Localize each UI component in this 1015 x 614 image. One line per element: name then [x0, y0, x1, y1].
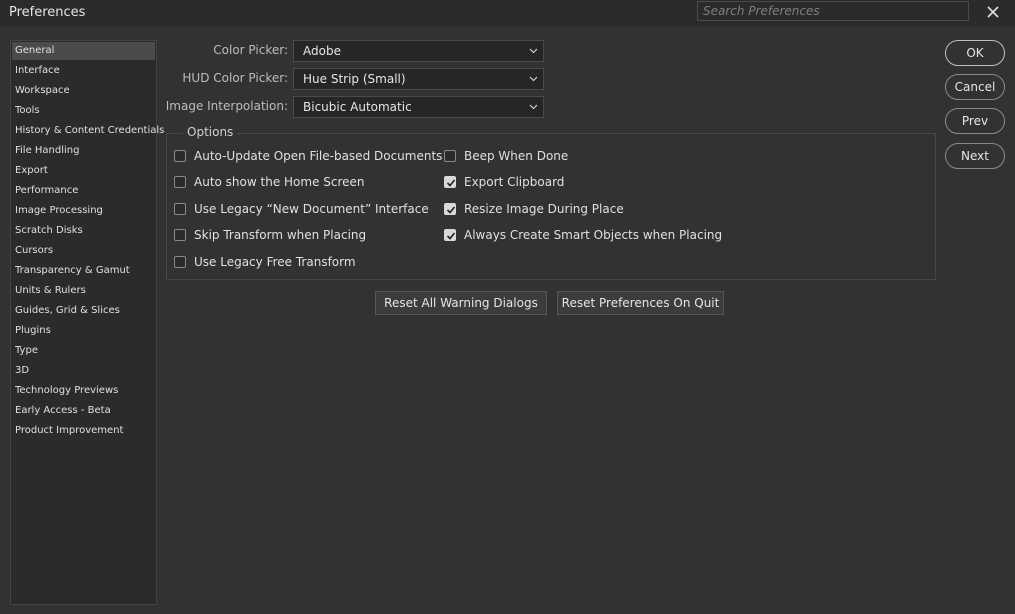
sidebar-item-early-access-beta[interactable]: Early Access - Beta	[12, 402, 155, 420]
close-icon[interactable]	[985, 4, 1005, 24]
sidebar-item-interface[interactable]: Interface	[12, 62, 155, 80]
auto-update-open-docs-checkbox[interactable]: Auto-Update Open File-based Documents	[174, 148, 442, 164]
image-interpolation-select[interactable]: Bicubic Automatic	[293, 96, 544, 118]
checkbox-label: Auto show the Home Screen	[194, 175, 365, 189]
checkbox-label: Always Create Smart Objects when Placing	[464, 228, 723, 242]
sidebar-item-workspace[interactable]: Workspace	[12, 82, 155, 100]
checkbox-label: Use Legacy Free Transform	[194, 255, 356, 269]
checkbox-unchecked	[174, 176, 186, 188]
sidebar-item-export[interactable]: Export	[12, 162, 155, 180]
checkbox-label: Use Legacy “New Document” Interface	[194, 202, 429, 216]
search-input[interactable]	[697, 1, 969, 21]
window-title: Preferences	[9, 5, 86, 20]
checkbox-unchecked	[174, 256, 186, 268]
checkbox-unchecked	[174, 203, 186, 215]
resize-image-during-place-checkbox[interactable]: Resize Image During Place	[444, 201, 624, 217]
hud-color-picker-label: HUD Color Picker:	[182, 71, 288, 85]
sidebar-item-transparency-gamut[interactable]: Transparency & Gamut	[12, 262, 155, 280]
next-button[interactable]: Next	[945, 143, 1005, 169]
legacy-new-document-checkbox[interactable]: Use Legacy “New Document” Interface	[174, 201, 429, 217]
color-picker-value: Adobe	[303, 44, 341, 58]
hud-color-picker-value: Hue Strip (Small)	[303, 72, 406, 86]
checkbox-label: Resize Image During Place	[464, 202, 624, 216]
checkbox-label: Auto-Update Open File-based Documents	[194, 149, 443, 163]
sidebar-item-plugins[interactable]: Plugins	[12, 322, 155, 340]
reset-preferences-on-quit-button[interactable]: Reset Preferences On Quit	[557, 291, 724, 315]
image-interpolation-value: Bicubic Automatic	[303, 100, 412, 114]
sidebar-item-scratch-disks[interactable]: Scratch Disks	[12, 222, 155, 240]
legacy-free-transform-checkbox[interactable]: Use Legacy Free Transform	[174, 254, 356, 270]
checkbox-label: Export Clipboard	[464, 175, 565, 189]
checkmark-icon	[444, 229, 456, 241]
cancel-button[interactable]: Cancel	[945, 74, 1005, 100]
reset-warning-dialogs-button[interactable]: Reset All Warning Dialogs	[375, 291, 547, 315]
sidebar-item-cursors[interactable]: Cursors	[12, 242, 155, 260]
beep-when-done-checkbox[interactable]: Beep When Done	[444, 148, 568, 164]
always-create-smart-objects-checkbox[interactable]: Always Create Smart Objects when Placing	[444, 227, 722, 243]
sidebar-item-type[interactable]: Type	[12, 342, 155, 360]
sidebar-item-technology-previews[interactable]: Technology Previews	[12, 382, 155, 400]
chevron-down-icon	[529, 76, 538, 82]
export-clipboard-checkbox[interactable]: Export Clipboard	[444, 174, 564, 190]
color-picker-label: Color Picker:	[213, 43, 288, 57]
sidebar-item-general[interactable]: General	[12, 42, 155, 60]
checkbox-unchecked	[174, 150, 186, 162]
sidebar-item-file-handling[interactable]: File Handling	[12, 142, 155, 160]
chevron-down-icon	[529, 104, 538, 110]
category-sidebar: General Interface Workspace Tools Histor…	[10, 40, 164, 605]
checkmark-icon	[444, 176, 456, 188]
sidebar-item-guides-grid-slices[interactable]: Guides, Grid & Slices	[12, 302, 155, 320]
sidebar-item-performance[interactable]: Performance	[12, 182, 155, 200]
color-picker-select[interactable]: Adobe	[293, 40, 544, 62]
options-legend: Options	[183, 125, 238, 139]
checkbox-unchecked	[174, 229, 186, 241]
title-bar: Preferences	[0, 0, 1015, 26]
prev-button[interactable]: Prev	[945, 108, 1005, 134]
sidebar-item-image-processing[interactable]: Image Processing	[12, 202, 155, 220]
checkbox-unchecked	[444, 150, 456, 162]
checkmark-icon	[444, 203, 456, 215]
sidebar-item-history-content-credentials[interactable]: History & Content Credentials	[12, 122, 164, 140]
hud-color-picker-select[interactable]: Hue Strip (Small)	[293, 68, 544, 90]
ok-button[interactable]: OK	[945, 40, 1005, 66]
sidebar-item-3d[interactable]: 3D	[12, 362, 155, 380]
sidebar-item-product-improvement[interactable]: Product Improvement	[12, 422, 155, 440]
skip-transform-checkbox[interactable]: Skip Transform when Placing	[174, 227, 366, 243]
sidebar-item-tools[interactable]: Tools	[12, 102, 155, 120]
chevron-down-icon	[529, 48, 538, 54]
auto-show-home-screen-checkbox[interactable]: Auto show the Home Screen	[174, 174, 365, 190]
image-interpolation-label: Image Interpolation:	[165, 99, 288, 113]
sidebar-item-units-rulers[interactable]: Units & Rulers	[12, 282, 155, 300]
checkbox-label: Skip Transform when Placing	[194, 228, 367, 242]
checkbox-label: Beep When Done	[464, 149, 569, 163]
